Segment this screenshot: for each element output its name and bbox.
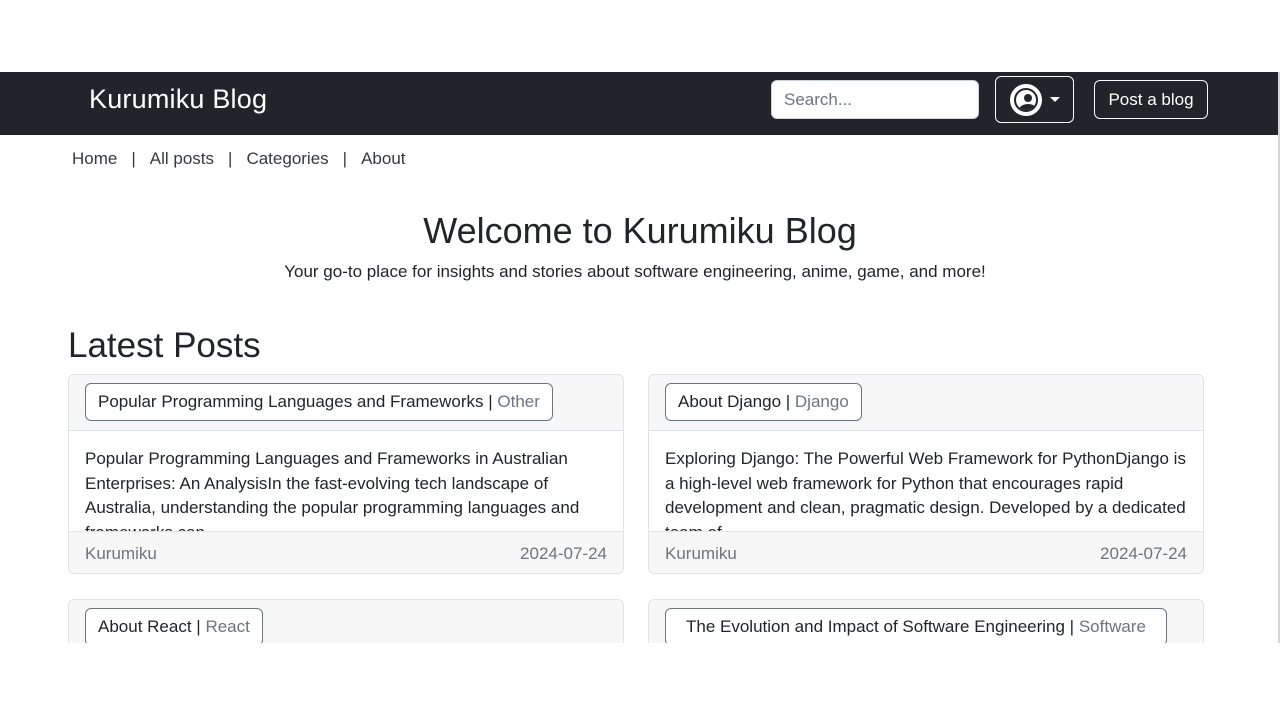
top-navbar: Kurumiku Blog Post a blog [0,72,1280,135]
latest-posts-heading: Latest Posts [68,326,261,365]
nav-link-about[interactable]: About [361,149,405,169]
page-viewport: Kurumiku Blog Post a blog Home | All pos… [0,72,1280,643]
post-excerpt: Exploring Django: The Powerful Web Frame… [665,449,1186,533]
post-card-header: The Evolution and Impact of Software Eng… [649,600,1203,643]
post-author: Kurumiku [85,543,157,563]
post-date: 2024-07-24 [520,543,607,563]
post-card-header: About React | React [69,600,623,643]
hero-subtitle: Your go-to place for insights and storie… [284,262,986,281]
post-category: Django [794,392,849,411]
nav-separator: | [228,149,233,168]
post-excerpt: Popular Programming Languages and Framew… [85,449,580,533]
nav-link-all-posts[interactable]: All posts [150,149,214,169]
secondary-nav: Home | All posts | Categories | About [72,149,406,169]
post-title-button[interactable]: About Django | Django [665,383,862,421]
post-card-footer: Kurumiku 2024-07-24 [649,531,1203,573]
post-card: About React | React [68,599,624,643]
post-card: About Django | Django Exploring Django: … [648,374,1204,574]
post-category: React [205,617,250,636]
post-card-footer: Kurumiku 2024-07-24 [69,531,623,573]
post-title-button[interactable]: Popular Programming Languages and Framew… [85,383,553,421]
post-card: Popular Programming Languages and Framew… [68,374,624,574]
nav-separator: | [342,149,348,168]
post-card-header: About Django | Django [649,375,1203,431]
post-card: The Evolution and Impact of Software Eng… [648,599,1204,643]
post-date: 2024-07-24 [1100,543,1187,563]
user-menu-button[interactable] [995,76,1074,123]
brand-logo-text[interactable]: Kurumiku Blog [89,84,267,115]
post-category: Other [497,392,540,411]
post-title-button[interactable]: About React | React [85,608,263,643]
post-category: Software [1078,617,1146,636]
nav-separator: | [131,149,136,168]
post-card-header: Popular Programming Languages and Framew… [69,375,623,431]
chevron-down-icon [1049,97,1060,102]
post-title-button[interactable]: The Evolution and Impact of Software Eng… [665,608,1167,643]
hero-title: Welcome to Kurumiku Blog [423,210,857,251]
post-title: The Evolution and Impact of Software Eng… [686,617,1065,636]
post-author: Kurumiku [665,543,737,563]
nav-link-home[interactable]: Home [72,149,117,169]
search-input[interactable] [771,80,979,119]
post-blog-button[interactable]: Post a blog [1094,80,1208,119]
user-avatar-icon [1009,83,1042,116]
post-title: About React [98,617,192,636]
post-title: Popular Programming Languages and Framew… [98,392,484,411]
nav-link-categories[interactable]: Categories [246,149,328,169]
post-title: About Django [678,392,782,411]
